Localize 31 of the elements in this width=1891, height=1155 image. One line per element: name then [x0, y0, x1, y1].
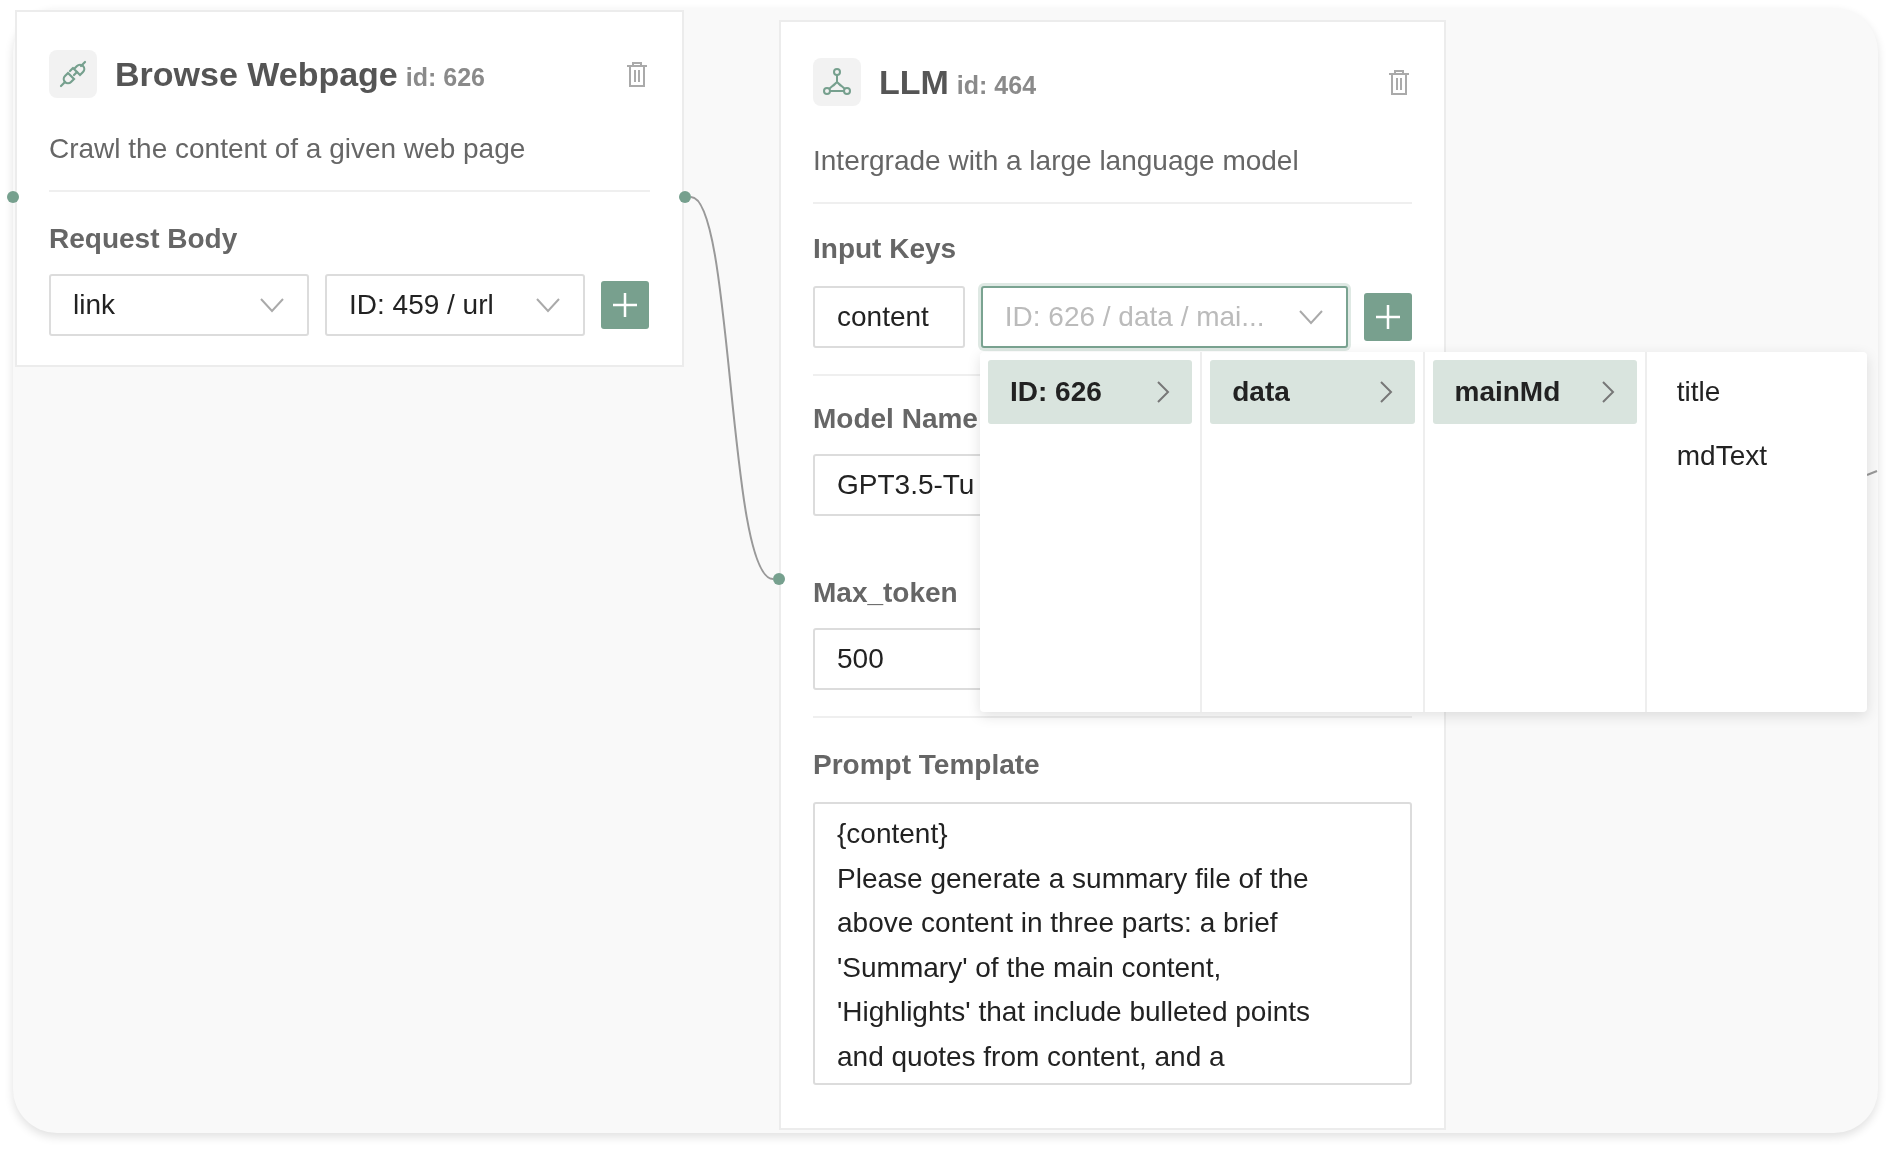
add-button[interactable] [601, 281, 649, 329]
input-field[interactable]: content [813, 286, 965, 348]
select-field[interactable]: ID: 459 / url [325, 274, 585, 336]
add-button[interactable] [1364, 293, 1412, 341]
network-icon [821, 66, 853, 98]
node-description: Intergrade with a large language model [813, 144, 1300, 178]
plus-icon [611, 291, 639, 319]
field-label: Input Keys [813, 232, 958, 266]
node-id: id: 464 [956, 69, 1037, 101]
node-title: LLM [879, 61, 949, 103]
connection-handle[interactable] [7, 191, 19, 203]
connector-line [1866, 470, 1878, 476]
menu-item[interactable]: title [1654, 360, 1859, 424]
field-label: Model Name [813, 402, 979, 436]
field-label: Request Body [49, 222, 239, 256]
menu-item[interactable]: ID: 626 [988, 360, 1193, 424]
menu-item[interactable]: data [1210, 360, 1415, 424]
connection-handle[interactable] [773, 573, 785, 585]
plug-icon [57, 58, 89, 90]
plus-icon [1374, 303, 1402, 331]
select-field[interactable]: link [49, 274, 309, 336]
delete-icon[interactable] [624, 60, 650, 88]
menu-item[interactable]: mainMd [1432, 360, 1637, 424]
prompt-field[interactable]: {content} Please generate a summary file of the above content in three parts: a brief 'Summary' of the main content, 'Highlights' that include bulleted points and quotes from content, and a [813, 802, 1412, 1085]
field-label: Prompt Template [813, 748, 1041, 782]
node-title: Browse Webpage [115, 53, 398, 95]
delete-icon[interactable] [1386, 68, 1412, 96]
field-label: Max_token [813, 576, 959, 610]
menu-item[interactable]: mdText [1654, 424, 1859, 488]
node-description: Crawl the content of a given web page [49, 132, 527, 166]
node-id: id: 626 [405, 61, 485, 93]
